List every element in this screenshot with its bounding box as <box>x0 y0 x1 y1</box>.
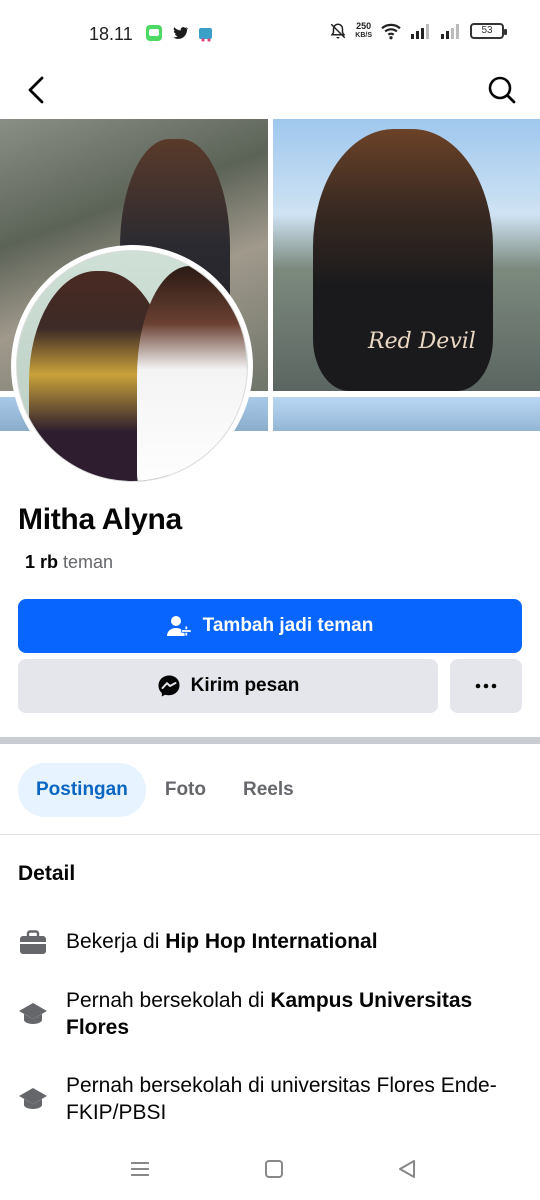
twitter-icon <box>173 27 189 39</box>
profile-avatar[interactable] <box>11 245 253 487</box>
home-square-icon <box>265 1160 283 1178</box>
send-message-button[interactable]: Kirim pesan <box>18 659 438 713</box>
friends-label: teman <box>63 552 114 572</box>
back-triangle-icon <box>399 1160 415 1178</box>
top-bar <box>0 66 540 112</box>
signal-2-icon <box>441 24 459 39</box>
avatar-person <box>137 266 247 481</box>
friends-count[interactable]: 1 rb teman <box>25 552 113 573</box>
more-options-button[interactable] <box>450 659 522 713</box>
detail-prefix: Pernah bersekolah di universitas Flores … <box>66 1074 497 1124</box>
add-person-icon <box>166 616 192 637</box>
detail-bold: Hip Hop International <box>165 930 378 953</box>
signal-icon <box>411 24 429 39</box>
profile-photo <box>16 250 248 482</box>
network-speed-unit: KB/S <box>355 32 372 39</box>
bell-muted-icon <box>330 23 346 39</box>
chevron-left-icon <box>28 76 44 104</box>
tab-reels[interactable]: Reels <box>225 763 312 817</box>
profile-name: Mitha Alyna <box>18 503 182 536</box>
wifi-icon <box>381 23 401 40</box>
status-bar: 18.11 250 KB/S 53 <box>0 0 540 66</box>
tab-foto[interactable]: Foto <box>147 763 224 817</box>
system-status-icons: 250 KB/S 53 <box>329 22 507 40</box>
detail-item-education[interactable]: Pernah bersekolah di universitas Flores … <box>18 1072 518 1126</box>
detail-prefix: Pernah bersekolah di <box>66 989 271 1012</box>
detail-text: Pernah bersekolah di Kampus Universitas … <box>66 987 518 1041</box>
network-speed-value: 250 <box>356 21 372 31</box>
battery-indicator: 53 <box>470 23 507 39</box>
detail-item-education[interactable]: Pernah bersekolah di Kampus Universitas … <box>18 987 518 1041</box>
menu-icon <box>131 1162 149 1176</box>
notification-icons <box>145 24 215 42</box>
cover-photo-tile <box>273 397 540 431</box>
shirt-text: Red Devil <box>368 329 476 354</box>
profile-tabs: Postingan Foto Reels <box>18 762 313 818</box>
add-friend-button[interactable]: Tambah jadi teman <box>18 599 522 653</box>
section-divider <box>0 737 540 744</box>
messages-app-icon <box>146 25 162 41</box>
graduation-cap-icon <box>19 1003 47 1024</box>
status-time: 18.11 <box>89 24 133 44</box>
home-button[interactable] <box>259 1154 289 1184</box>
shopping-app-icon <box>199 28 212 42</box>
system-back-button[interactable] <box>392 1154 422 1184</box>
more-horizontal-icon <box>475 683 497 689</box>
messenger-icon <box>158 675 180 697</box>
recent-apps-button[interactable] <box>125 1154 155 1184</box>
add-friend-label: Tambah jadi teman <box>202 615 374 636</box>
detail-text: Pernah bersekolah di universitas Flores … <box>66 1072 518 1126</box>
detail-text: Bekerja di Hip Hop International <box>66 928 378 955</box>
graduation-cap-icon <box>19 1088 47 1109</box>
back-button[interactable] <box>18 70 58 110</box>
system-nav-bar <box>0 1140 540 1200</box>
detail-item-work[interactable]: Bekerja di Hip Hop International <box>18 928 518 958</box>
cover-photo-tile: Red Devil <box>273 119 540 391</box>
detail-heading: Detail <box>18 862 76 885</box>
send-message-label: Kirim pesan <box>190 675 300 696</box>
network-speed: 250 KB/S <box>355 22 372 40</box>
briefcase-icon <box>20 930 46 954</box>
tab-postingan[interactable]: Postingan <box>18 763 146 817</box>
friends-count-value: 1 rb <box>25 552 59 572</box>
search-button[interactable] <box>482 70 522 110</box>
tabs-divider <box>0 834 540 835</box>
detail-prefix: Bekerja di <box>66 930 166 953</box>
search-icon <box>488 76 516 104</box>
